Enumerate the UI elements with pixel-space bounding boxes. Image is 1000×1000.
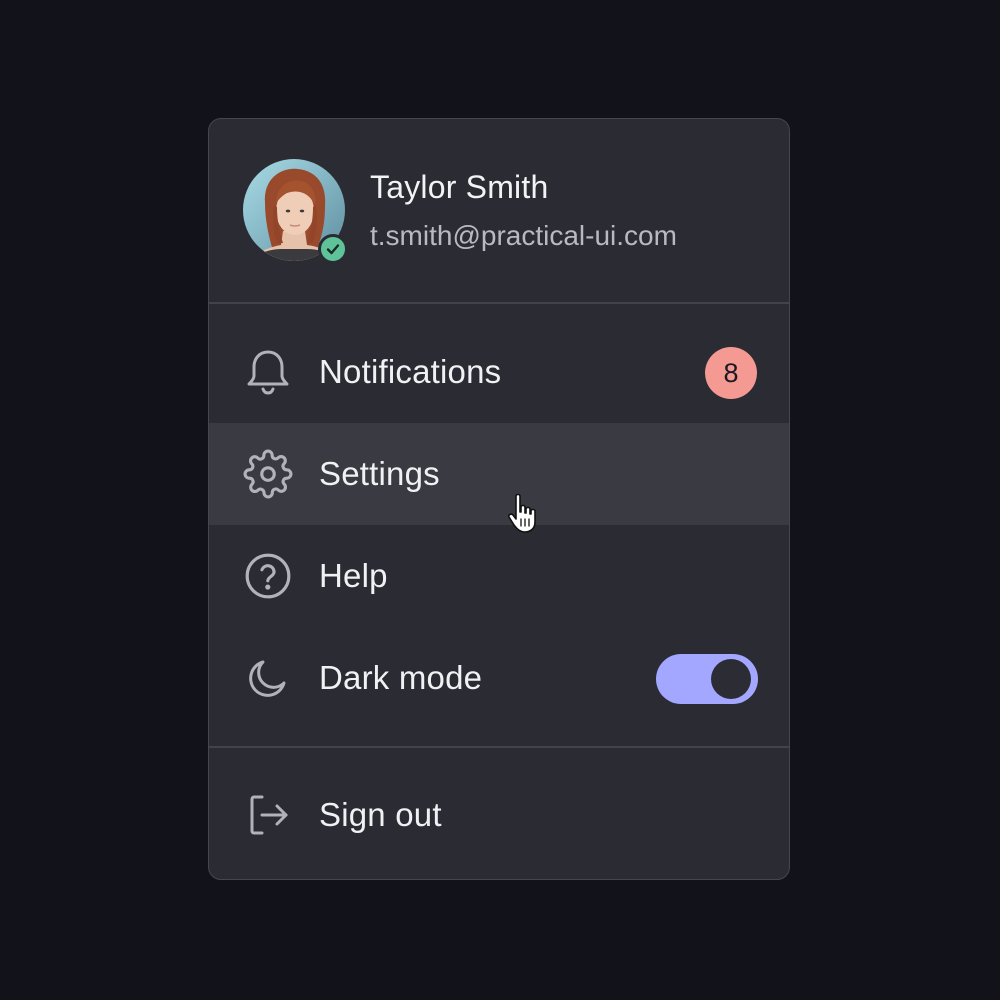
check-icon: [326, 244, 340, 255]
settings-label: Settings: [319, 455, 440, 492]
divider: [209, 302, 789, 304]
sign-out-icon: [242, 789, 294, 841]
gear-icon: [242, 448, 294, 500]
menu-item-notifications[interactable]: Notifications 8: [209, 321, 789, 423]
online-status-badge: [318, 234, 348, 264]
menu-item-settings[interactable]: Settings: [209, 423, 789, 525]
help-label: Help: [319, 557, 388, 594]
pointer-hand-icon: [508, 493, 536, 533]
avatar[interactable]: [243, 159, 348, 264]
help-circle-icon: [242, 550, 294, 602]
profile-header: Taylor Smith t.smith@practical-ui.com: [209, 119, 789, 302]
toggle-knob: [711, 659, 751, 699]
user-email: t.smith@practical-ui.com: [370, 220, 677, 251]
menu-item-dark-mode[interactable]: Dark mode: [209, 627, 789, 729]
divider: [209, 746, 789, 748]
menu-item-sign-out[interactable]: Sign out: [209, 764, 789, 866]
bell-icon: [242, 346, 294, 398]
dark-mode-toggle[interactable]: [656, 654, 758, 704]
notifications-count-badge: 8: [705, 347, 757, 399]
notifications-label: Notifications: [319, 353, 502, 390]
user-name: Taylor Smith: [370, 169, 549, 205]
account-dropdown-menu: Taylor Smith t.smith@practical-ui.com No…: [208, 118, 790, 880]
sign-out-label: Sign out: [319, 796, 442, 833]
menu-item-help[interactable]: Help: [209, 525, 789, 627]
moon-icon: [242, 652, 294, 704]
dark-mode-label: Dark mode: [319, 659, 483, 696]
